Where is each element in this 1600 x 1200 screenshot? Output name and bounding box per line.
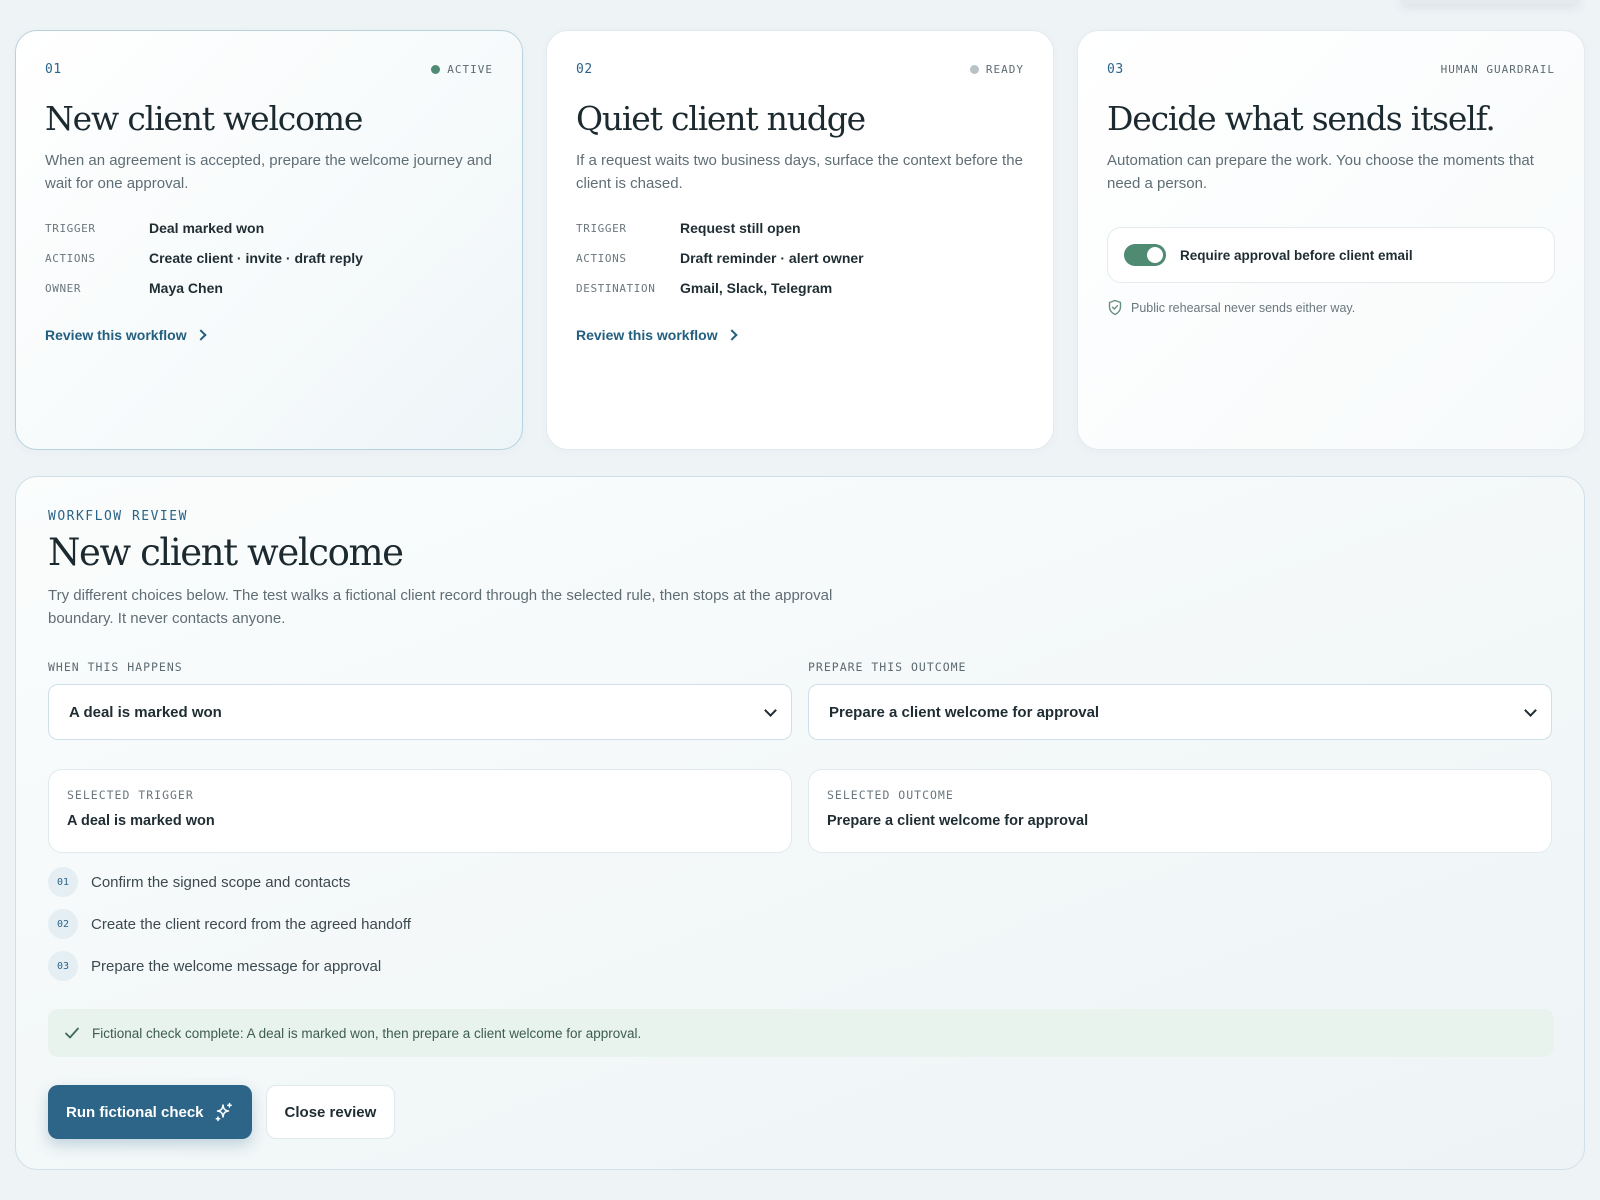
list-item: 03 Prepare the welcome message for appro… (48, 951, 411, 981)
card-title: New client welcome (45, 99, 363, 138)
card-description: Automation can prepare the work. You cho… (1107, 152, 1534, 192)
detail-value: Deal marked won (149, 220, 265, 236)
review-workflow-link[interactable]: Review this workflow (576, 327, 738, 343)
when-field: WHEN THIS HAPPENS A deal is marked won (48, 660, 792, 740)
card-details: TRIGGER Request still open ACTIONS Draft… (576, 213, 1024, 303)
card-number: 01 (45, 61, 62, 77)
selected-outcome-label: SELECTED OUTCOME (827, 788, 954, 802)
status-dot-icon (969, 64, 979, 74)
selected-trigger-label: SELECTED TRIGGER (67, 788, 194, 802)
detail-value: Gmail, Slack, Telegram (680, 280, 833, 296)
status-badge: ACTIVE (431, 63, 493, 76)
detail-row: TRIGGER Request still open (576, 213, 1024, 243)
approval-toggle[interactable] (1124, 244, 1166, 266)
guardrail-note: Public rehearsal never sends either way. (1107, 299, 1555, 316)
step-text: Create the client record from the agreed… (91, 915, 411, 933)
chevron-right-icon (194, 329, 207, 341)
review-link-label: Review this workflow (45, 327, 187, 343)
step-list: 01 Confirm the signed scope and contacts… (48, 867, 411, 993)
panel-eyebrow: WORKFLOW REVIEW (48, 509, 188, 524)
guardrail-note-text: Public rehearsal never sends either way. (1131, 300, 1356, 315)
chevron-down-icon (1524, 703, 1537, 717)
step-number: 02 (48, 909, 78, 939)
detail-key: OWNER (45, 281, 82, 295)
card-description: When an agreement is accepted, prepare t… (45, 152, 492, 192)
detail-row: TRIGGER Deal marked won (45, 213, 493, 243)
trigger-select[interactable]: A deal is marked won (48, 684, 792, 740)
detail-key: DESTINATION (576, 281, 656, 295)
workflow-cards: 01 ACTIVE New client welcome When an agr… (15, 30, 1585, 450)
workflow-review-panel: WORKFLOW REVIEW New client welcome Try d… (15, 476, 1585, 1170)
card-header: 02 READY (576, 61, 1024, 77)
sparkles-icon (215, 1102, 232, 1122)
success-text: Fictional check complete: A deal is mark… (92, 1025, 642, 1041)
card-title: Quiet client nudge (576, 99, 866, 138)
step-text: Confirm the signed scope and contacts (91, 873, 351, 891)
detail-row: ACTIONS Draft reminder · alert owner (576, 243, 1024, 273)
review-link-label: Review this workflow (576, 327, 718, 343)
detail-row: DESTINATION Gmail, Slack, Telegram (576, 273, 1024, 303)
detail-value: Request still open (680, 220, 801, 236)
prepare-label: PREPARE THIS OUTCOME (808, 660, 967, 674)
workflow-card-new-client-welcome[interactable]: 01 ACTIVE New client welcome When an agr… (15, 30, 523, 450)
check-icon (65, 1027, 79, 1039)
close-review-button[interactable]: Close review (265, 1085, 396, 1139)
detail-key: TRIGGER (45, 221, 96, 235)
toggle-label: Require approval before client email (1180, 247, 1413, 263)
status-badge: READY (969, 62, 1024, 76)
status-label: ACTIVE (447, 62, 493, 76)
selected-trigger-value: A deal is marked won (67, 813, 215, 829)
detail-value: Draft reminder · alert owner (680, 250, 864, 266)
list-item: 01 Confirm the signed scope and contacts (48, 867, 411, 897)
detail-key: ACTIONS (45, 251, 96, 265)
select-row: WHEN THIS HAPPENS A deal is marked won P… (48, 660, 1552, 744)
guardrail-card: 03 HUMAN GUARDRAIL Decide what sends its… (1077, 30, 1585, 450)
selection-summary-row: SELECTED TRIGGER A deal is marked won SE… (48, 769, 1552, 853)
step-text: Prepare the welcome message for approval (91, 957, 382, 975)
card-details: TRIGGER Deal marked won ACTIONS Create c… (45, 213, 493, 303)
detail-value: Maya Chen (149, 280, 223, 296)
step-number: 01 (48, 867, 78, 897)
toggle-knob (1147, 247, 1163, 263)
shield-check-icon (1108, 299, 1122, 316)
list-item: 02 Create the client record from the agr… (48, 909, 411, 939)
run-fictional-check-button[interactable]: Run fictional check (48, 1085, 252, 1139)
status-dot-icon (431, 64, 441, 74)
panel-description: Try different choices below. The test wa… (48, 587, 833, 627)
when-label: WHEN THIS HAPPENS (48, 660, 183, 674)
chevron-down-icon (764, 703, 777, 717)
status-label: READY (985, 62, 1024, 76)
detail-value: Create client · invite · draft reply (149, 250, 363, 266)
selected-outcome-value: Prepare a client welcome for approval (827, 813, 1089, 829)
top-decoration (1400, 0, 1580, 4)
detail-row: ACTIONS Create client · invite · draft r… (45, 243, 493, 273)
card-title: Decide what sends itself. (1107, 99, 1496, 138)
card-number: 03 (1107, 61, 1124, 77)
outcome-select-value: Prepare a client welcome for approval (829, 703, 1100, 721)
success-message: Fictional check complete: A deal is mark… (48, 1009, 1554, 1057)
run-button-label: Run fictional check (66, 1103, 204, 1121)
panel-title: New client welcome (48, 531, 404, 574)
prepare-field: PREPARE THIS OUTCOME Prepare a client we… (808, 660, 1552, 740)
detail-key: TRIGGER (576, 221, 627, 235)
selected-trigger-box: SELECTED TRIGGER A deal is marked won (48, 769, 792, 853)
card-number: 02 (576, 61, 593, 77)
trigger-select-value: A deal is marked won (69, 703, 222, 721)
card-header: 03 HUMAN GUARDRAIL (1107, 61, 1555, 77)
review-workflow-link[interactable]: Review this workflow (45, 327, 207, 343)
selected-outcome-box: SELECTED OUTCOME Prepare a client welcom… (808, 769, 1552, 853)
card-description: If a request waits two business days, su… (576, 152, 1023, 192)
step-number: 03 (48, 951, 78, 981)
detail-row: OWNER Maya Chen (45, 273, 493, 303)
approval-toggle-row[interactable]: Require approval before client email (1107, 227, 1555, 283)
detail-key: ACTIONS (576, 251, 627, 265)
outcome-select[interactable]: Prepare a client welcome for approval (808, 684, 1552, 740)
status-badge: HUMAN GUARDRAIL (1440, 62, 1555, 76)
card-header: 01 ACTIVE (45, 61, 493, 77)
chevron-right-icon (725, 329, 738, 341)
workflow-card-quiet-client-nudge[interactable]: 02 READY Quiet client nudge If a request… (546, 30, 1054, 450)
action-buttons: Run fictional check Close review (48, 1085, 396, 1139)
